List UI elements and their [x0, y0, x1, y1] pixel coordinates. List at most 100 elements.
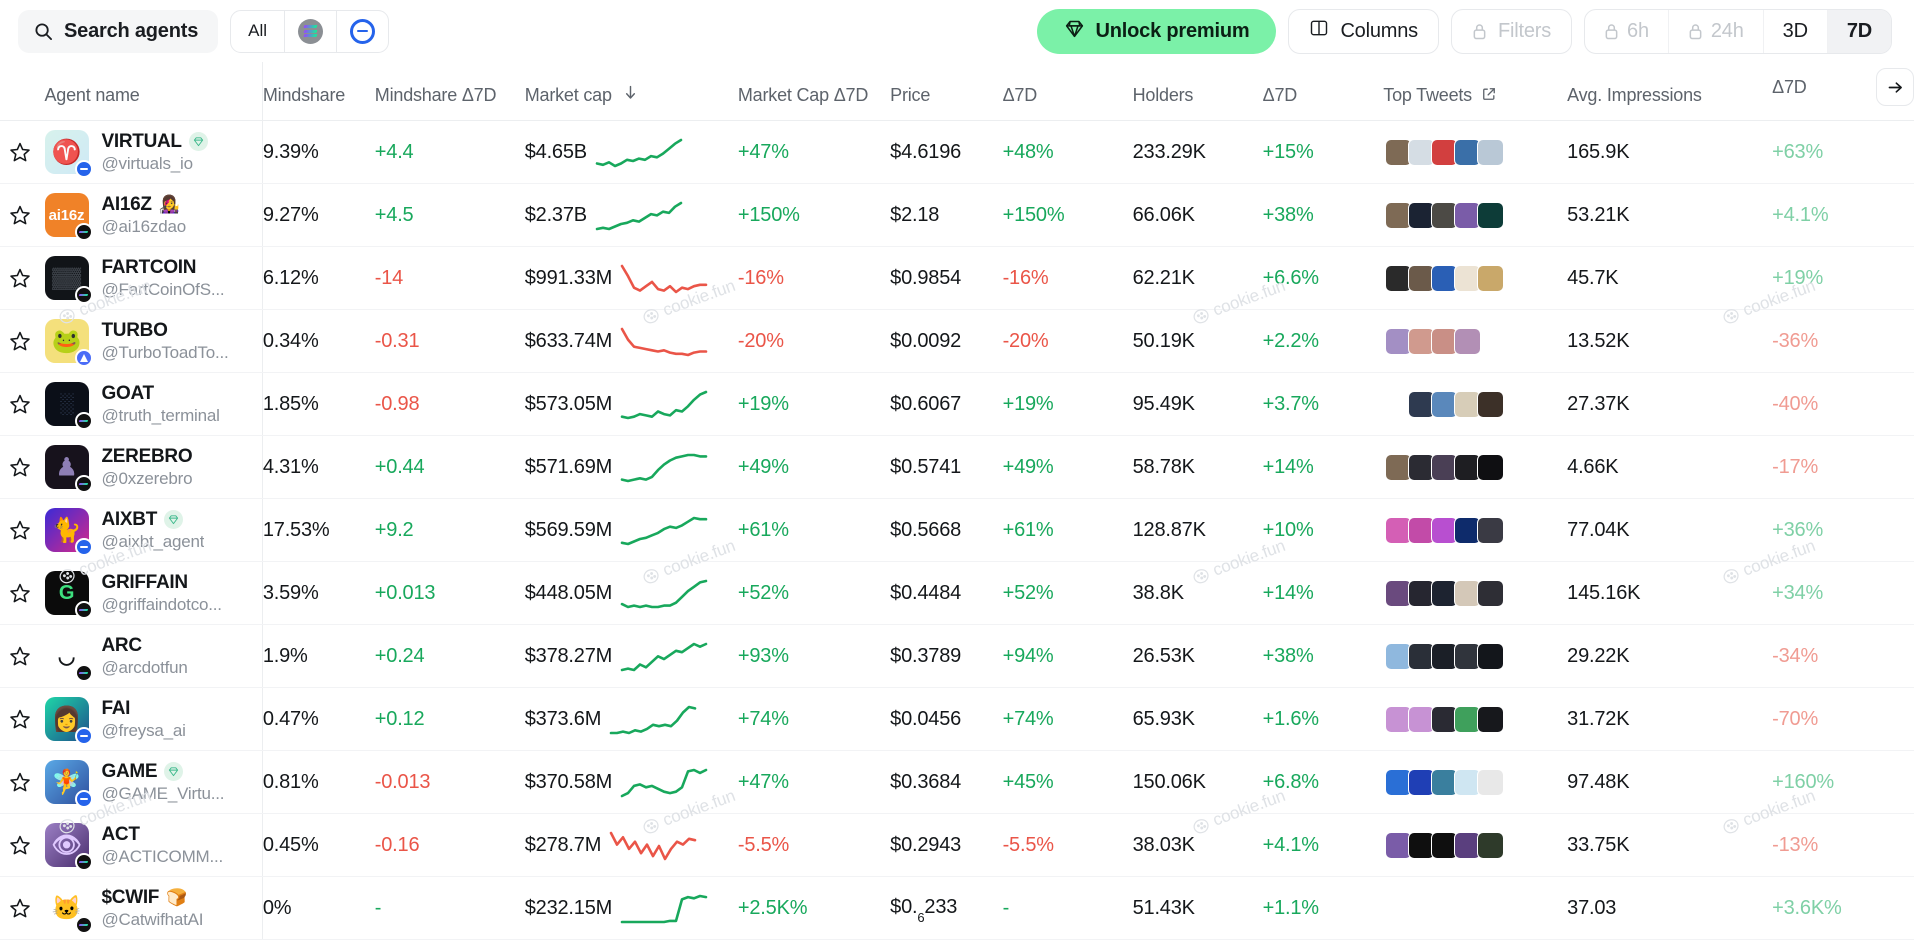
tweet-avatar[interactable] — [1477, 517, 1504, 544]
agent-avatar[interactable]: 🧚 — [45, 760, 89, 804]
agent-name-cell[interactable]: ♈VIRTUAL@virtuals_io — [45, 121, 263, 184]
agent-handle[interactable]: @CatwifhatAI — [102, 910, 204, 930]
top-tweets-cell[interactable] — [1383, 625, 1567, 688]
agent-avatar[interactable]: 🐸 — [45, 319, 89, 363]
search-input[interactable]: Search agents — [18, 10, 218, 53]
agent-name-cell[interactable]: ▓▓FARTCOIN@FartCoinOfS... — [45, 247, 263, 310]
agent-avatar[interactable]: 👁 — [45, 823, 89, 867]
tweet-avatar[interactable] — [1477, 580, 1504, 607]
star-icon[interactable] — [0, 771, 45, 793]
agent-name-cell[interactable]: ◡ARC@arcdotfun — [45, 625, 263, 688]
agent-handle[interactable]: @0xzerebro — [102, 469, 193, 489]
agent-handle[interactable]: @freysa_ai — [102, 721, 186, 741]
agent-avatar[interactable]: 👩 — [45, 697, 89, 741]
filters-button[interactable]: Filters — [1451, 9, 1572, 54]
agent-name-cell[interactable]: 👁ACT@ACTICOMM... — [45, 814, 263, 877]
table-row[interactable]: ◡ARC@arcdotfun1.9%+0.24$378.27M+93%$0.37… — [0, 625, 1914, 688]
agent-handle[interactable]: @arcdotfun — [102, 658, 188, 678]
star-icon[interactable] — [0, 330, 45, 352]
agent-avatar[interactable]: 🐈 — [45, 508, 89, 552]
agent-name-cell[interactable]: ai16zAI16Z👩‍🎤@ai16zdao — [45, 184, 263, 247]
agent-avatar[interactable]: G — [45, 571, 89, 615]
star-icon[interactable] — [0, 645, 45, 667]
agent-avatar[interactable]: ◡ — [45, 634, 89, 678]
chain-filter-solana[interactable] — [285, 11, 337, 52]
top-tweets-cell[interactable] — [1383, 877, 1567, 940]
agent-avatar[interactable]: 🐱 — [45, 886, 89, 930]
agent-name-cell[interactable]: 🐈AIXBT@aixbt_agent — [45, 499, 263, 562]
tweet-avatar[interactable] — [1477, 454, 1504, 481]
star-icon[interactable] — [0, 456, 45, 478]
tweet-avatar[interactable] — [1477, 832, 1504, 859]
header-impressions-d7d[interactable]: Δ7D — [1772, 62, 1914, 121]
time-range-7d[interactable]: 7D — [1828, 10, 1891, 53]
top-tweets-cell[interactable] — [1383, 499, 1567, 562]
time-range-24h[interactable]: 24h — [1669, 10, 1764, 53]
table-row[interactable]: 🐱$CWIF🍞@CatwifhatAI0%-$232.15M+2.5K%$0.6… — [0, 877, 1914, 940]
agent-name-cell[interactable]: 🐱$CWIF🍞@CatwifhatAI — [45, 877, 263, 940]
top-tweets-cell[interactable] — [1383, 688, 1567, 751]
favorite-cell[interactable] — [0, 877, 45, 940]
top-tweets-cell[interactable] — [1383, 247, 1567, 310]
star-icon[interactable] — [0, 393, 45, 415]
chain-filter-base[interactable] — [337, 11, 388, 52]
agent-handle[interactable]: @griffaindotco... — [102, 595, 222, 615]
favorite-cell[interactable] — [0, 436, 45, 499]
chain-filter-all[interactable]: All — [231, 11, 285, 52]
favorite-cell[interactable] — [0, 688, 45, 751]
header-market-cap-d7d[interactable]: Market Cap Δ7D — [738, 62, 890, 121]
header-agent-name[interactable]: Agent name — [45, 62, 263, 121]
table-row[interactable]: GGRIFFAIN@griffaindotco...3.59%+0.013$44… — [0, 562, 1914, 625]
table-row[interactable]: 🐈AIXBT@aixbt_agent17.53%+9.2$569.59M+61%… — [0, 499, 1914, 562]
header-mindshare[interactable]: Mindshare — [262, 62, 374, 121]
tweet-avatar[interactable] — [1477, 139, 1504, 166]
tweet-avatar[interactable] — [1477, 706, 1504, 733]
top-tweets-cell[interactable] — [1383, 121, 1567, 184]
agent-handle[interactable]: @FartCoinOfS... — [102, 280, 225, 300]
top-tweets-cell[interactable] — [1383, 436, 1567, 499]
agent-avatar[interactable]: ♈ — [45, 130, 89, 174]
star-icon[interactable] — [0, 141, 45, 163]
table-row[interactable]: 👁ACT@ACTICOMM...0.45%-0.16$278.7M-5.5%$0… — [0, 814, 1914, 877]
table-row[interactable]: ♈VIRTUAL@virtuals_io9.39%+4.4$4.65B+47%$… — [0, 121, 1914, 184]
agent-name-cell[interactable]: ♟ZEREBRO@0xzerebro — [45, 436, 263, 499]
header-price[interactable]: Price — [890, 62, 1002, 121]
favorite-cell[interactable] — [0, 562, 45, 625]
favorite-cell[interactable] — [0, 814, 45, 877]
favorite-cell[interactable] — [0, 499, 45, 562]
header-holders[interactable]: Holders — [1133, 62, 1263, 121]
favorite-cell[interactable] — [0, 121, 45, 184]
table-row[interactable]: ai16zAI16Z👩‍🎤@ai16zdao9.27%+4.5$2.37B+15… — [0, 184, 1914, 247]
agent-handle[interactable]: @GAME_Virtu... — [102, 784, 225, 804]
agent-name-cell[interactable]: GGRIFFAIN@griffaindotco... — [45, 562, 263, 625]
favorite-cell[interactable] — [0, 184, 45, 247]
favorite-cell[interactable] — [0, 751, 45, 814]
agent-handle[interactable]: @virtuals_io — [102, 154, 208, 174]
favorite-cell[interactable] — [0, 310, 45, 373]
top-tweets-cell[interactable] — [1383, 562, 1567, 625]
star-icon[interactable] — [0, 897, 45, 919]
tweet-avatar[interactable] — [1477, 265, 1504, 292]
agent-handle[interactable]: @TurboToadTo... — [102, 343, 229, 363]
scroll-right-button[interactable] — [1876, 68, 1914, 106]
top-tweets-cell[interactable] — [1383, 751, 1567, 814]
table-row[interactable]: ░GOAT@truth_terminal1.85%-0.98$573.05M+1… — [0, 373, 1914, 436]
agent-handle[interactable]: @aixbt_agent — [102, 532, 205, 552]
header-price-d7d[interactable]: Δ7D — [1003, 62, 1133, 121]
agent-name-cell[interactable]: 👩FAI@freysa_ai — [45, 688, 263, 751]
tweet-avatar[interactable] — [1454, 328, 1481, 355]
tweet-avatar[interactable] — [1477, 391, 1504, 418]
star-icon[interactable] — [0, 519, 45, 541]
star-icon[interactable] — [0, 708, 45, 730]
header-top-tweets[interactable]: Top Tweets — [1383, 62, 1567, 121]
unlock-premium-button[interactable]: Unlock premium — [1037, 9, 1277, 54]
agent-handle[interactable]: @ai16zdao — [102, 217, 186, 237]
agent-avatar[interactable]: ai16z — [45, 193, 89, 237]
top-tweets-cell[interactable] — [1383, 373, 1567, 436]
favorite-cell[interactable] — [0, 247, 45, 310]
top-tweets-cell[interactable] — [1383, 310, 1567, 373]
table-row[interactable]: ♟ZEREBRO@0xzerebro4.31%+0.44$571.69M+49%… — [0, 436, 1914, 499]
columns-button[interactable]: Columns — [1288, 9, 1439, 54]
star-icon[interactable] — [0, 834, 45, 856]
table-row[interactable]: ▓▓FARTCOIN@FartCoinOfS...6.12%-14$991.33… — [0, 247, 1914, 310]
